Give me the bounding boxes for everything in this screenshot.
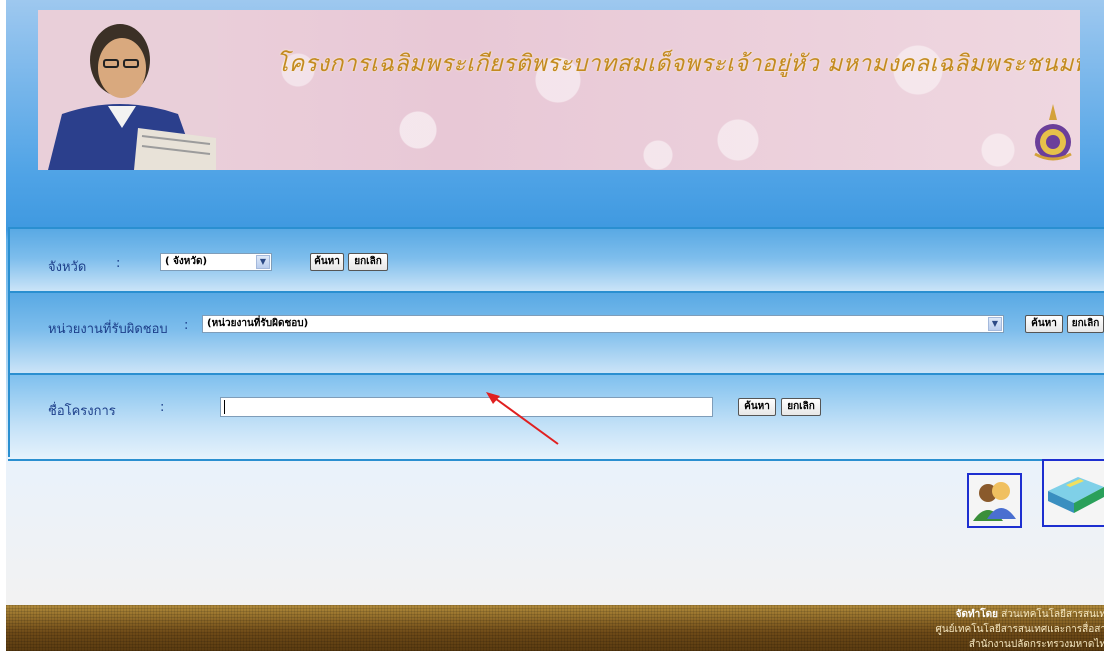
footer-line-1: จัดทำโดย ส่วนเทคโนโลยีสารสนเท xyxy=(956,607,1104,622)
users-icon[interactable] xyxy=(967,473,1022,528)
province-cancel-button[interactable]: ยกเลิก xyxy=(348,253,388,271)
province-select-value: ( จังหวัด) xyxy=(165,256,208,267)
footer-division: ส่วนเทคโนโลยีสารสนเท xyxy=(1001,609,1104,620)
agency-select[interactable]: (หน่วยงานที่รับผิดชอบ) ▼ xyxy=(202,315,1004,333)
chevron-down-icon[interactable]: ▼ xyxy=(988,317,1002,331)
province-colon: : xyxy=(116,256,121,271)
panel-left-border xyxy=(8,227,10,457)
annotation-arrow-icon xyxy=(486,392,559,445)
agency-colon: : xyxy=(184,318,189,333)
project-colon: : xyxy=(160,400,165,415)
book-icon-graphic xyxy=(1048,477,1104,513)
province-label: จังหวัด xyxy=(48,260,87,275)
agency-panel xyxy=(8,291,1104,375)
agency-select-value: (หน่วยงานที่รับผิดชอบ) xyxy=(207,318,309,329)
chevron-down-icon[interactable]: ▼ xyxy=(256,255,270,269)
portrait-image xyxy=(38,10,218,170)
project-search-button[interactable]: ค้นหา xyxy=(738,398,776,416)
province-select[interactable]: ( จังหวัด) ▼ xyxy=(160,253,272,271)
footer-line-2: ศูนย์เทคโนโลยีสารสนเทศและการสื่อสา xyxy=(935,624,1104,635)
agency-search-button[interactable]: ค้นหา xyxy=(1025,315,1063,333)
text-caret xyxy=(224,400,225,414)
province-search-button[interactable]: ค้นหา xyxy=(310,253,344,271)
project-label: ชื่อโครงการ xyxy=(48,404,116,419)
royal-emblem-icon xyxy=(1034,104,1072,161)
book-icon[interactable] xyxy=(1042,459,1104,527)
agency-label: หน่วยงานที่รับผิดชอบ xyxy=(48,322,168,337)
footer: จัดทำโดย ส่วนเทคโนโลยีสารสนเท ศูนย์เทคโน… xyxy=(6,605,1104,651)
header-banner: โครงการเฉลิมพระเกียรติพระบาทสมเด็จพระเจ้… xyxy=(38,10,1080,170)
project-cancel-button[interactable]: ยกเลิก xyxy=(781,398,821,416)
footer-line-3: สำนักงานปลัดกระทรวงมหาดไท xyxy=(968,639,1104,650)
footer-made-by: จัดทำโดย xyxy=(955,609,998,620)
agency-cancel-button[interactable]: ยกเลิก xyxy=(1067,315,1104,333)
users-icon-graphic xyxy=(973,482,1016,521)
project-name-input[interactable] xyxy=(220,397,713,417)
banner-title: โครงการเฉลิมพระเกียรติพระบาทสมเด็จพระเจ้… xyxy=(276,51,1080,77)
